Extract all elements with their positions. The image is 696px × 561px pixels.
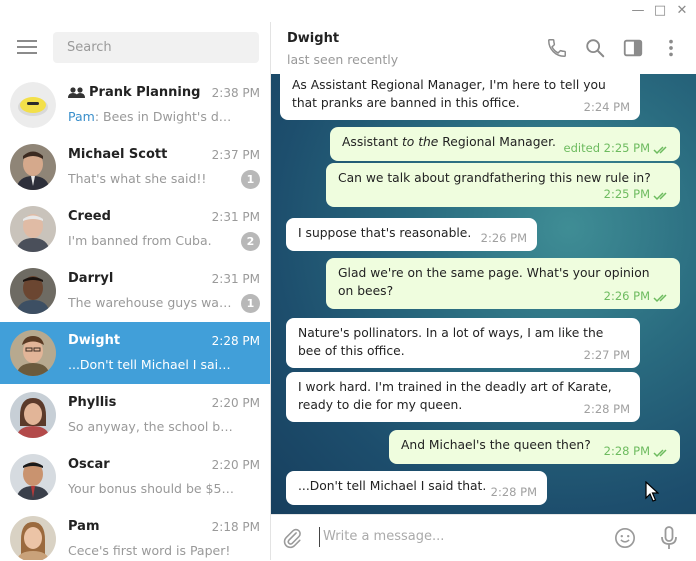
- search-icon[interactable]: [584, 37, 606, 59]
- chat-preview: Pam: Bees in Dwight's desk.: [68, 109, 236, 124]
- chat-time: 2:20 PM: [211, 458, 260, 472]
- unread-badge: 2: [241, 232, 260, 251]
- mouse-cursor-icon: [645, 481, 659, 502]
- more-vertical-icon[interactable]: [660, 37, 682, 59]
- unread-badge: 1: [241, 170, 260, 189]
- chat-status: last seen recently: [287, 52, 399, 67]
- chat-item-darryl[interactable]: Darryl 2:31 PM The warehouse guys want .…: [0, 260, 270, 322]
- read-ticks-icon: [653, 449, 667, 458]
- message-text: Nature's pollinators. In a lot of ways, …: [298, 326, 604, 358]
- chat-list-sidebar: Search Prank Planning 2:38 PM Pam: Bees …: [0, 22, 271, 560]
- message-time: edited 2:25 PM: [563, 141, 650, 155]
- avatar: [10, 516, 56, 560]
- chat-time: 2:31 PM: [211, 272, 260, 286]
- avatar: [10, 392, 56, 438]
- chat-time: 2:18 PM: [211, 520, 260, 534]
- message-text-emphasis: to the: [401, 135, 439, 149]
- message-incoming[interactable]: I suppose that's reasonable. 2:26 PM: [286, 218, 537, 251]
- message-input[interactable]: Write a message...: [323, 529, 444, 544]
- chat-item-oscar[interactable]: Oscar 2:20 PM Your bonus should be $500 …: [0, 446, 270, 508]
- chat-time: 2:28 PM: [211, 334, 260, 348]
- chat-preview: That's what she said!!: [68, 171, 207, 186]
- message-text: As Assistant Regional Manager, I'm here …: [292, 78, 606, 110]
- message-time: 2:27 PM: [583, 348, 630, 362]
- message-incoming[interactable]: Nature's pollinators. In a lot of ways, …: [286, 318, 640, 368]
- message-outgoing[interactable]: Glad we're on the same page. What's your…: [326, 258, 680, 309]
- chat-item-creed[interactable]: Creed 2:31 PM I'm banned from Cuba. 2: [0, 198, 270, 260]
- read-ticks-icon: [653, 146, 667, 155]
- message-text: I work hard. I'm trained in the deadly a…: [298, 380, 612, 412]
- message-composer: Write a message...: [271, 514, 696, 561]
- message-text-part: Assistant: [342, 135, 402, 149]
- chat-name: Creed: [68, 209, 111, 224]
- chat-name: Dwight: [68, 333, 121, 348]
- message-outgoing[interactable]: And Michael's the queen then? 2:28 PM: [389, 430, 680, 464]
- chat-preview: Cece's first word is Paper!: [68, 543, 231, 558]
- chat-preview: The warehouse guys want ...: [68, 295, 236, 310]
- chat-name: Darryl: [68, 271, 114, 286]
- chat-item-michael-scott[interactable]: Michael Scott 2:37 PM That's what she sa…: [0, 136, 270, 198]
- chat-time: 2:20 PM: [211, 396, 260, 410]
- preview-text: : Bees in Dwight's desk.: [94, 109, 236, 124]
- chat-time: 2:31 PM: [211, 210, 260, 224]
- message-time: 2:26 PM: [603, 289, 650, 303]
- message-time: 2:24 PM: [583, 100, 630, 114]
- message-time: 2:28 PM: [603, 444, 650, 458]
- message-outgoing[interactable]: Can we talk about grandfathering this ne…: [326, 163, 680, 207]
- close-button[interactable]: ✕: [672, 2, 692, 20]
- avatar: [10, 268, 56, 314]
- sidebar-search-row: Search: [0, 22, 270, 74]
- read-ticks-icon: [653, 294, 667, 303]
- window-titlebar: — □ ✕: [0, 0, 696, 23]
- message-time: 2:28 PM: [490, 485, 537, 499]
- message-incoming[interactable]: I work hard. I'm trained in the deadly a…: [286, 372, 640, 422]
- search-input[interactable]: Search: [53, 32, 259, 63]
- avatar: [10, 206, 56, 252]
- chat-item-dwight[interactable]: Dwight 2:28 PM ...Don't tell Michael I s…: [0, 322, 270, 384]
- chat-time: 2:37 PM: [211, 148, 260, 162]
- message-incoming[interactable]: As Assistant Regional Manager, I'm here …: [280, 74, 640, 120]
- message-outgoing[interactable]: Assistant to the Regional Manager. edite…: [330, 127, 680, 161]
- group-avatar: [10, 82, 56, 128]
- message-incoming[interactable]: ...Don't tell Michael I said that. 2:28 …: [286, 471, 547, 505]
- chat-header: Dwight last seen recently: [271, 22, 696, 75]
- chat-name: Oscar: [68, 457, 110, 472]
- avatar: [10, 144, 56, 190]
- message-time: 2:28 PM: [583, 402, 630, 416]
- message-history[interactable]: As Assistant Regional Manager, I'm here …: [271, 74, 696, 514]
- chat-name: Pam: [68, 519, 100, 534]
- chat-item-pam[interactable]: Pam 2:18 PM Cece's first word is Paper!: [0, 508, 270, 560]
- phone-icon[interactable]: [546, 37, 568, 59]
- unread-badge: 1: [241, 294, 260, 313]
- chat-item-phyllis[interactable]: Phyllis 2:20 PM So anyway, the school bo…: [0, 384, 270, 446]
- minimize-button[interactable]: —: [628, 2, 648, 20]
- message-time: 2:25 PM: [603, 187, 650, 201]
- text-caret: [319, 527, 320, 547]
- avatar: [10, 454, 56, 500]
- chat-preview: ...Don't tell Michael I said that.: [68, 357, 236, 372]
- sidebar-toggle-icon[interactable]: [622, 37, 644, 59]
- preview-sender: Pam: [68, 109, 95, 124]
- chat-time: 2:38 PM: [211, 86, 260, 100]
- avatar: [10, 330, 56, 376]
- chat-name: Prank Planning: [68, 85, 200, 100]
- chat-name: Michael Scott: [68, 147, 168, 162]
- menu-icon[interactable]: [17, 40, 37, 56]
- microphone-icon[interactable]: [660, 526, 678, 550]
- chat-preview: Your bonus should be $500 thi...: [68, 481, 236, 496]
- maximize-button[interactable]: □: [650, 2, 670, 20]
- chat-title[interactable]: Dwight: [287, 31, 339, 46]
- chat-name: Phyllis: [68, 395, 117, 410]
- group-icon: [68, 87, 85, 98]
- chat-preview: I'm banned from Cuba.: [68, 233, 212, 248]
- attach-icon[interactable]: [281, 526, 303, 550]
- emoji-icon[interactable]: [614, 527, 636, 549]
- chat-preview: So anyway, the school board w...: [68, 419, 236, 434]
- chat-name-text: Prank Planning: [89, 85, 201, 100]
- message-text-part: Regional Manager.: [438, 135, 556, 149]
- chat-item-prank-planning[interactable]: Prank Planning 2:38 PM Pam: Bees in Dwig…: [0, 74, 270, 136]
- read-ticks-icon: [653, 192, 667, 201]
- message-time: 2:26 PM: [480, 231, 527, 245]
